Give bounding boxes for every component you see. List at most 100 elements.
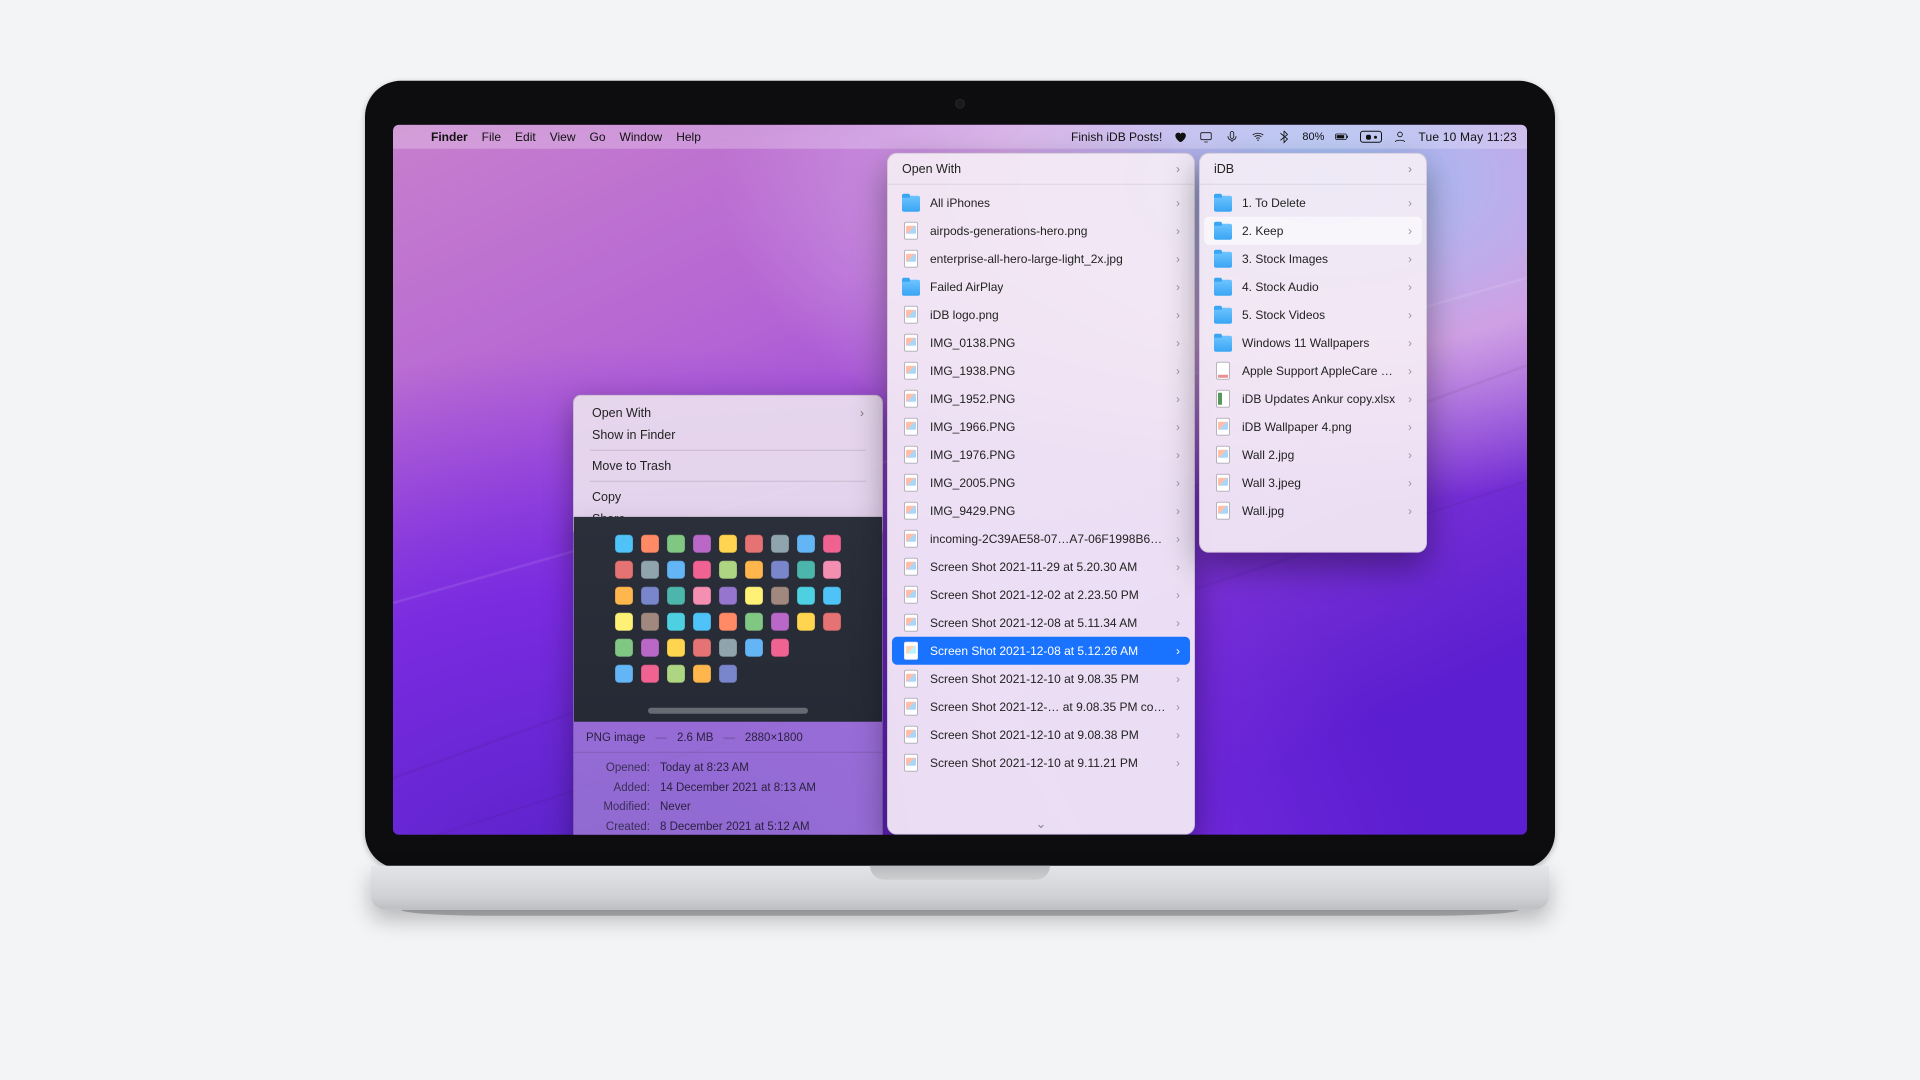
file-row[interactable]: 5. Stock Videos› bbox=[1204, 301, 1422, 329]
file-icon bbox=[902, 642, 920, 660]
file-label: 3. Stock Images bbox=[1242, 252, 1328, 266]
file-row[interactable]: Screen Shot 2021-12-02 at 2.23.50 PM› bbox=[892, 581, 1190, 609]
ctx-show-in-finder[interactable]: Show in Finder bbox=[580, 424, 876, 446]
file-row[interactable]: iDB Updates Ankur copy.xlsx› bbox=[1204, 385, 1422, 413]
ctx-separator bbox=[590, 481, 866, 482]
menubar-app-name[interactable]: Finder bbox=[431, 130, 468, 144]
file-row[interactable]: 2. Keep› bbox=[1204, 217, 1422, 245]
file-row[interactable]: iDB logo.png› bbox=[892, 301, 1190, 329]
file-row[interactable]: airpods-generations-hero.png› bbox=[892, 217, 1190, 245]
file-dims: 2880×1800 bbox=[745, 732, 803, 744]
file-row[interactable]: Apple Support AppleCare chat.pdf› bbox=[1204, 357, 1422, 385]
file-label: Screen Shot 2021-12-08 at 5.11.34 AM bbox=[930, 616, 1137, 630]
file-row[interactable]: Windows 11 Wallpapers› bbox=[1204, 329, 1422, 357]
file-icon bbox=[902, 362, 920, 380]
mic-icon[interactable] bbox=[1224, 129, 1240, 145]
file-row[interactable]: IMG_1938.PNG› bbox=[892, 357, 1190, 385]
file-label: enterprise-all-hero-large-light_2x.jpg bbox=[930, 252, 1123, 266]
ctx-open-with[interactable]: Open With › bbox=[580, 402, 876, 424]
app-icon bbox=[797, 587, 815, 605]
file-row[interactable]: Wall 3.jpeg› bbox=[1204, 469, 1422, 497]
quick-look-card: PNG image— 2.6 MB— 2880×1800 Opened:Toda… bbox=[573, 517, 883, 835]
file-row[interactable]: Wall.jpg› bbox=[1204, 497, 1422, 525]
user-icon[interactable] bbox=[1392, 129, 1408, 145]
scroll-indicator-down-icon[interactable]: ⌄ bbox=[888, 814, 1194, 834]
file-icon bbox=[1214, 474, 1232, 492]
display-icon[interactable] bbox=[1198, 129, 1214, 145]
app-icon bbox=[771, 613, 789, 631]
k-modified: Modified: bbox=[586, 798, 650, 818]
file-row[interactable]: Screen Shot 2021-12-08 at 5.11.34 AM› bbox=[892, 609, 1190, 637]
chevron-right-icon: › bbox=[1176, 196, 1180, 210]
chevron-right-icon: › bbox=[1408, 224, 1412, 238]
file-row[interactable]: Screen Shot 2021-12-10 at 9.11.21 PM› bbox=[892, 749, 1190, 777]
app-icon bbox=[615, 639, 633, 657]
app-icon bbox=[615, 587, 633, 605]
chevron-right-icon: › bbox=[1408, 280, 1412, 294]
file-row[interactable]: Screen Shot 2021-11-29 at 5.20.30 AM› bbox=[892, 553, 1190, 581]
file-row[interactable]: Screen Shot 2021-12-10 at 9.08.38 PM› bbox=[892, 721, 1190, 749]
app-icon bbox=[745, 561, 763, 579]
file-row[interactable]: Screen Shot 2021-12-10 at 9.08.35 PM› bbox=[892, 665, 1190, 693]
menubar-notice[interactable]: Finish iDB Posts! bbox=[1071, 130, 1162, 144]
menu-file[interactable]: File bbox=[482, 130, 501, 144]
file-row[interactable]: IMG_0138.PNG› bbox=[892, 329, 1190, 357]
app-icon bbox=[641, 639, 659, 657]
chevron-right-icon: › bbox=[1408, 392, 1412, 406]
macbook-foot bbox=[401, 910, 1519, 916]
file-row[interactable]: Failed AirPlay› bbox=[892, 273, 1190, 301]
file-icon bbox=[902, 306, 920, 324]
file-kind: PNG image bbox=[586, 732, 645, 744]
chevron-right-icon: › bbox=[1176, 728, 1180, 742]
finder-column-2: iDB › 1. To Delete›2. Keep›3. Stock Imag… bbox=[1199, 153, 1427, 553]
menu-help[interactable]: Help bbox=[676, 130, 701, 144]
menubar-left: Finder File Edit View Go Window Help bbox=[403, 130, 701, 144]
file-row[interactable]: 1. To Delete› bbox=[1204, 189, 1422, 217]
app-icon bbox=[771, 535, 789, 553]
file-row[interactable]: 4. Stock Audio› bbox=[1204, 273, 1422, 301]
file-row[interactable]: enterprise-all-hero-large-light_2x.jpg› bbox=[892, 245, 1190, 273]
file-label: Screen Shot 2021-11-29 at 5.20.30 AM bbox=[930, 560, 1137, 574]
column-header[interactable]: Open With › bbox=[888, 154, 1194, 185]
file-row[interactable]: IMG_2005.PNG› bbox=[892, 469, 1190, 497]
app-icon bbox=[745, 587, 763, 605]
file-label: IMG_9429.PNG bbox=[930, 504, 1015, 518]
ctx-move-to-trash[interactable]: Move to Trash bbox=[580, 455, 876, 477]
folder-icon bbox=[1214, 194, 1232, 212]
file-row[interactable]: Screen Shot 2021-12-08 at 5.12.26 AM› bbox=[892, 637, 1190, 665]
file-label: IMG_2005.PNG bbox=[930, 476, 1015, 490]
menu-go[interactable]: Go bbox=[590, 130, 606, 144]
app-icon bbox=[719, 535, 737, 553]
file-row[interactable]: All iPhones› bbox=[892, 189, 1190, 217]
file-icon bbox=[1214, 446, 1232, 464]
ctx-copy[interactable]: Copy bbox=[580, 486, 876, 508]
file-row[interactable]: IMG_1976.PNG› bbox=[892, 441, 1190, 469]
file-icon bbox=[902, 530, 920, 548]
file-row[interactable]: IMG_9429.PNG› bbox=[892, 497, 1190, 525]
chevron-right-icon: › bbox=[1176, 336, 1180, 350]
file-label: Wall.jpg bbox=[1242, 504, 1284, 518]
menu-edit[interactable]: Edit bbox=[515, 130, 536, 144]
file-icon bbox=[902, 754, 920, 772]
app-icon bbox=[771, 561, 789, 579]
ctx-label: Move to Trash bbox=[592, 459, 671, 473]
chevron-right-icon: › bbox=[1176, 224, 1180, 238]
file-row[interactable]: IMG_1952.PNG› bbox=[892, 385, 1190, 413]
file-row[interactable]: incoming-2C39AE58-07…A7-06F1998B670F.PNG… bbox=[892, 525, 1190, 553]
menu-view[interactable]: View bbox=[550, 130, 576, 144]
wifi-icon[interactable] bbox=[1250, 129, 1266, 145]
heart-icon[interactable] bbox=[1172, 129, 1188, 145]
control-center-icon[interactable] bbox=[1360, 131, 1382, 143]
menu-window[interactable]: Window bbox=[620, 130, 663, 144]
dock-bar-icon bbox=[648, 708, 808, 714]
bluetooth-icon[interactable] bbox=[1276, 129, 1292, 145]
battery-icon[interactable] bbox=[1334, 129, 1350, 145]
file-row[interactable]: Wall 2.jpg› bbox=[1204, 441, 1422, 469]
file-row[interactable]: 3. Stock Images› bbox=[1204, 245, 1422, 273]
column-header[interactable]: iDB › bbox=[1200, 154, 1426, 185]
file-row[interactable]: Screen Shot 2021-12-… at 9.08.35 PM copy… bbox=[892, 693, 1190, 721]
macbook-bezel: Finder File Edit View Go Window Help Fin… bbox=[365, 81, 1555, 869]
file-row[interactable]: IMG_1966.PNG› bbox=[892, 413, 1190, 441]
file-row[interactable]: iDB Wallpaper 4.png› bbox=[1204, 413, 1422, 441]
menubar-clock[interactable]: Tue 10 May 11:23 bbox=[1418, 130, 1517, 144]
